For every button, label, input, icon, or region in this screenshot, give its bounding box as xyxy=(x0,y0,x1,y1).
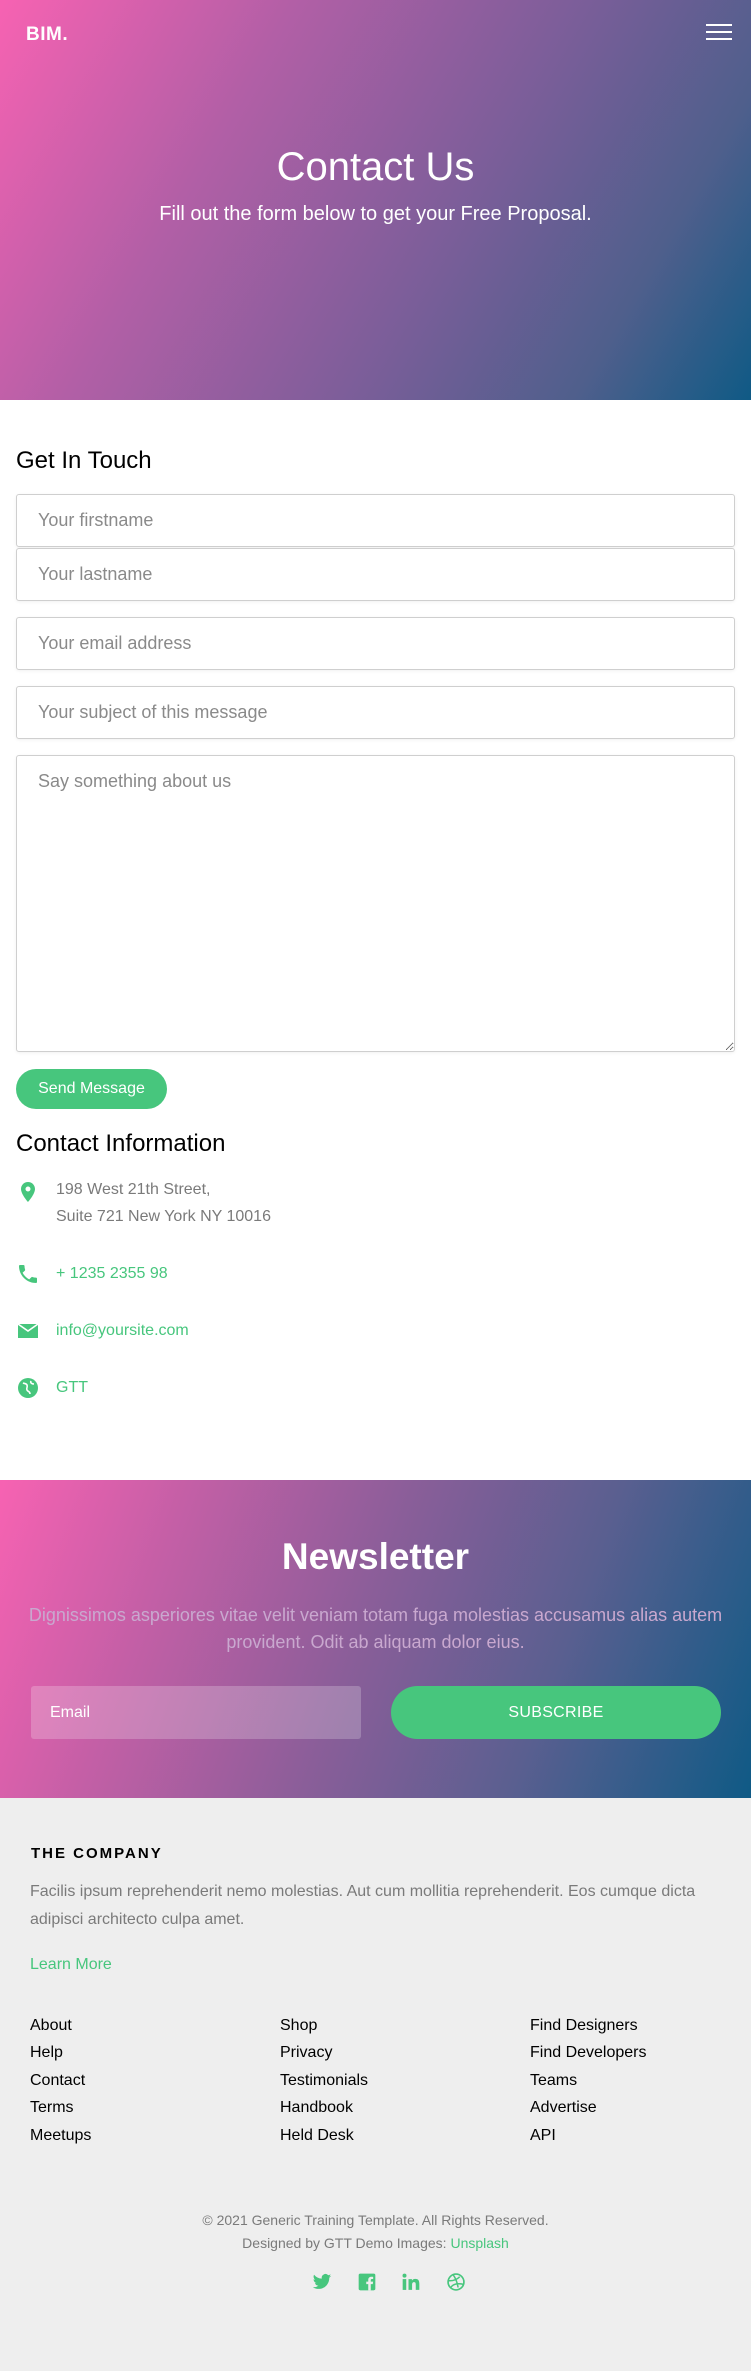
site-logo[interactable]: BIM. xyxy=(26,24,68,46)
footer-link-find-designers[interactable]: Find Designers xyxy=(530,2017,638,2034)
phone-link[interactable]: + 1235 2355 98 xyxy=(56,1265,168,1283)
footer-link-contact[interactable]: Contact xyxy=(30,2072,85,2089)
address-block: 198 West 21th Street, Suite 721 New York… xyxy=(56,1176,271,1230)
firstname-input[interactable] xyxy=(16,494,735,547)
designed-by-text: Designed by GTT Demo Images: Unsplash xyxy=(0,2235,751,2251)
learn-more-link[interactable]: Learn More xyxy=(30,1956,112,1974)
footer-links-col2: Shop Privacy Testimonials Handbook Held … xyxy=(280,2012,368,2149)
footer-link-advertise[interactable]: Advertise xyxy=(530,2099,597,2116)
newsletter-email-input[interactable] xyxy=(31,1686,361,1739)
footer-links-col1: About Help Contact Terms Meetups xyxy=(30,2012,91,2149)
address-line2: Suite 721 New York NY 10016 xyxy=(56,1208,271,1225)
dribbble-icon[interactable] xyxy=(446,2272,466,2292)
send-message-button[interactable]: Send Message xyxy=(16,1069,167,1109)
subscribe-button[interactable]: SUBSCRIBE xyxy=(391,1686,721,1739)
linkedin-icon[interactable] xyxy=(401,2272,421,2292)
newsletter-title: Newsletter xyxy=(281,1536,470,1577)
unsplash-link[interactable]: Unsplash xyxy=(450,2235,508,2251)
globe-icon xyxy=(18,1378,38,1398)
lastname-input[interactable] xyxy=(16,548,735,601)
designed-prefix: Designed by GTT Demo Images: xyxy=(242,2235,451,2251)
footer-link-terms[interactable]: Terms xyxy=(30,2099,74,2116)
newsletter-section: Newsletter Dignissimos asperiores vitae … xyxy=(0,1480,751,1798)
footer-link-teams[interactable]: Teams xyxy=(530,2072,577,2089)
footer-link-testimonials[interactable]: Testimonials xyxy=(280,2072,368,2089)
footer-links-col3: Find Designers Find Developers Teams Adv… xyxy=(530,2012,647,2149)
website-link[interactable]: GTT xyxy=(56,1379,88,1397)
form-title: Get In Touch xyxy=(16,447,152,474)
footer-heading: THE COMPANY xyxy=(31,1845,163,1862)
email-input[interactable] xyxy=(16,617,735,670)
footer-link-shop[interactable]: Shop xyxy=(280,2017,317,2034)
footer-link-find-developers[interactable]: Find Developers xyxy=(530,2044,647,2061)
footer-link-api[interactable]: API xyxy=(530,2127,556,2144)
footer-description: Facilis ipsum reprehenderit nemo molesti… xyxy=(30,1883,696,1928)
hero-subtitle: Fill out the form below to get your Free… xyxy=(159,203,592,225)
site-footer: THE COMPANY Facilis ipsum reprehenderit … xyxy=(0,1798,751,2371)
envelope-icon xyxy=(17,1323,39,1338)
address-line1: 198 West 21th Street, xyxy=(56,1181,211,1198)
message-textarea[interactable] xyxy=(16,755,735,1052)
footer-link-held-desk[interactable]: Held Desk xyxy=(280,2127,354,2144)
twitter-icon[interactable] xyxy=(312,2272,332,2292)
footer-link-help[interactable]: Help xyxy=(30,2044,63,2061)
footer-link-meetups[interactable]: Meetups xyxy=(30,2127,91,2144)
hero-banner: BIM. Contact Us Fill out the form below … xyxy=(0,0,751,400)
newsletter-text: Dignissimos asperiores vitae velit venia… xyxy=(28,1605,723,1652)
hamburger-menu-icon[interactable] xyxy=(706,24,732,44)
footer-link-handbook[interactable]: Handbook xyxy=(280,2099,353,2116)
footer-link-about[interactable]: About xyxy=(30,2017,72,2034)
phone-icon xyxy=(19,1265,37,1283)
email-link[interactable]: info@yoursite.com xyxy=(56,1322,189,1340)
map-pin-icon xyxy=(21,1182,35,1202)
copyright-text: © 2021 Generic Training Template. All Ri… xyxy=(202,2212,549,2228)
footer-link-privacy[interactable]: Privacy xyxy=(280,2044,332,2061)
facebook-icon[interactable] xyxy=(357,2272,377,2292)
contact-info-title: Contact Information xyxy=(16,1130,226,1157)
subject-input[interactable] xyxy=(16,686,735,739)
page-title: Contact Us xyxy=(276,145,475,189)
